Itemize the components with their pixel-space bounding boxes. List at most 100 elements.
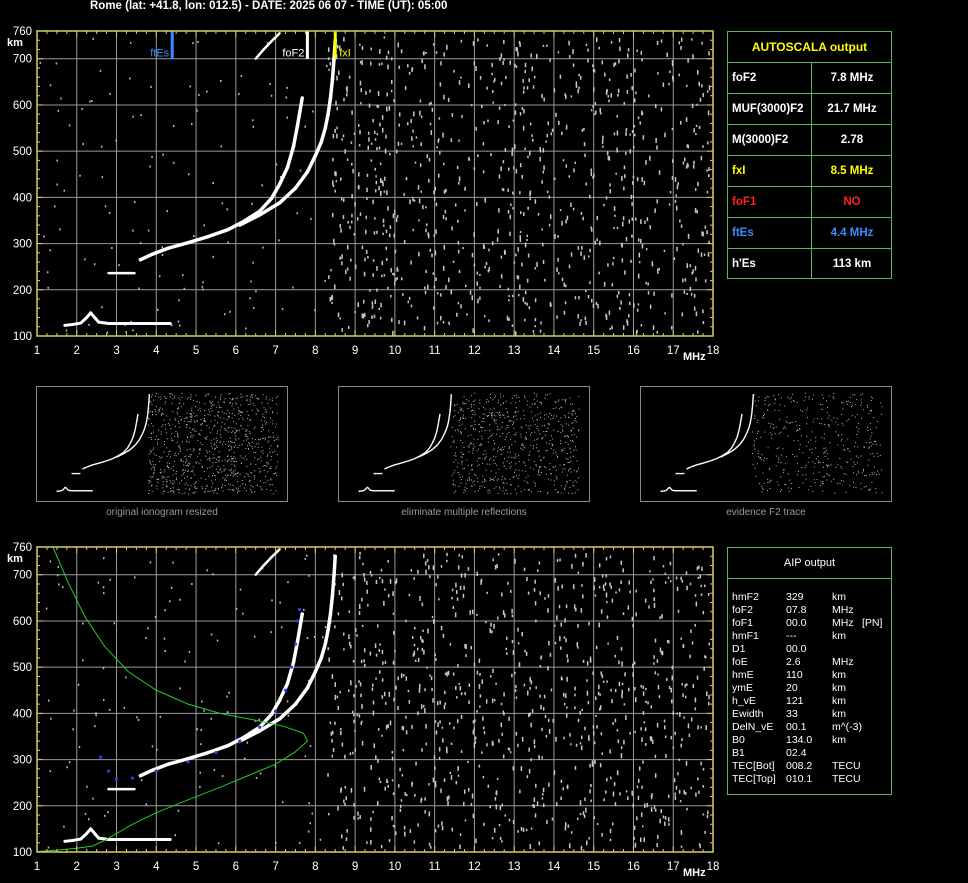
thumb-noise [821, 404, 823, 406]
thumb-noise [218, 404, 220, 406]
noise-point [598, 271, 600, 275]
aip-unit: MHz [832, 656, 854, 668]
thumb-noise [226, 476, 228, 478]
noise-point [632, 624, 634, 628]
thumb-noise [822, 394, 824, 396]
thumb-noise [811, 398, 813, 400]
thumb-noise [549, 439, 551, 441]
thumb-noise [766, 395, 768, 397]
thumb-noise [268, 440, 270, 442]
noise-point [501, 840, 503, 843]
noise-point [477, 38, 479, 42]
thumb-noise [572, 455, 574, 457]
noise-point [414, 626, 416, 630]
thumb-trace [135, 417, 139, 424]
noise-point [457, 774, 460, 777]
noise-point [633, 133, 636, 137]
noise-point [642, 760, 644, 764]
thumb-noise [869, 410, 871, 412]
thumb-noise [817, 418, 819, 420]
noise-point [678, 73, 680, 77]
noise-point [446, 559, 448, 563]
thumb-noise [225, 413, 227, 415]
noise-point [270, 94, 273, 97]
noise-point [541, 727, 543, 732]
thumb-noise [822, 476, 824, 478]
thumb-noise [245, 429, 247, 431]
thumb-noise [156, 435, 158, 437]
thumb-noise [470, 479, 472, 481]
noise-point [379, 670, 381, 674]
noise-point [671, 127, 674, 131]
f2-o-trace-segment [295, 107, 302, 128]
noise-point [682, 278, 684, 283]
thumb-noise [200, 418, 202, 420]
noise-point [679, 800, 682, 803]
thumb-noise [244, 434, 246, 436]
noise-point [560, 796, 562, 801]
thumb-noise [861, 393, 863, 395]
thumb-noise [263, 437, 265, 439]
thumb-noise [829, 475, 831, 477]
noise-point [593, 87, 595, 92]
noise-point [401, 774, 404, 777]
thumb-noise [241, 443, 243, 445]
thumb-noise [815, 437, 817, 439]
thumb-noise [813, 466, 815, 468]
noise-point [336, 133, 338, 139]
thumb-noise [529, 488, 531, 490]
noise-point [473, 61, 476, 66]
thumb-noise [161, 475, 163, 477]
noise-point [620, 560, 623, 566]
noise-point [311, 812, 314, 815]
noise-point [570, 743, 572, 746]
noise-point [577, 314, 579, 319]
thumb-noise [538, 469, 540, 471]
thumb-noise [236, 429, 238, 431]
noise-point [261, 184, 263, 187]
thumb-noise [470, 395, 472, 397]
thumb-noise [767, 409, 769, 411]
thumb-noise [251, 472, 253, 474]
thumb-noise [226, 430, 228, 432]
thumb-noise [487, 492, 489, 494]
noise-point [407, 64, 409, 68]
thumb-noise [454, 430, 456, 432]
thumb-noise [768, 469, 770, 471]
ionogram-aip-chart: 1 2 3 4 5 6 7 8 9 10 11 12 13 14 15 16 17 181002003004005… [7, 542, 719, 879]
thumb-noise [801, 410, 803, 412]
thumb-noise [754, 418, 756, 420]
noise-point [574, 693, 576, 697]
noise-point [590, 109, 593, 112]
thumb-noise [172, 440, 174, 442]
noise-point [667, 640, 670, 644]
noise-point [687, 58, 689, 63]
thumb-noise [166, 484, 168, 486]
noise-point [431, 687, 433, 692]
thumb-noise [240, 404, 242, 406]
noise-point [598, 622, 600, 628]
noise-point [561, 131, 563, 136]
thumb-noise [277, 444, 279, 446]
thumb-noise [208, 450, 210, 452]
thumb-noise [540, 466, 542, 468]
thumb-noise [214, 457, 216, 459]
thumb-noise [555, 402, 557, 404]
thumb-noise [161, 413, 163, 415]
noise-point [567, 658, 569, 663]
noise-point [408, 296, 411, 300]
noise-point [519, 230, 522, 234]
noise-point [361, 60, 363, 66]
thumb-noise [513, 427, 515, 429]
thumb-noise [219, 440, 221, 442]
thumb-noise [234, 466, 236, 468]
thumb-noise [465, 483, 467, 485]
noise-point [598, 684, 600, 690]
fit-point [273, 709, 278, 713]
thumb-noise [484, 449, 486, 451]
thumb-noise [183, 403, 185, 405]
noise-point [393, 273, 395, 276]
noise-point [511, 324, 514, 328]
thumb-noise [857, 446, 859, 448]
thumb-noise [155, 405, 157, 407]
